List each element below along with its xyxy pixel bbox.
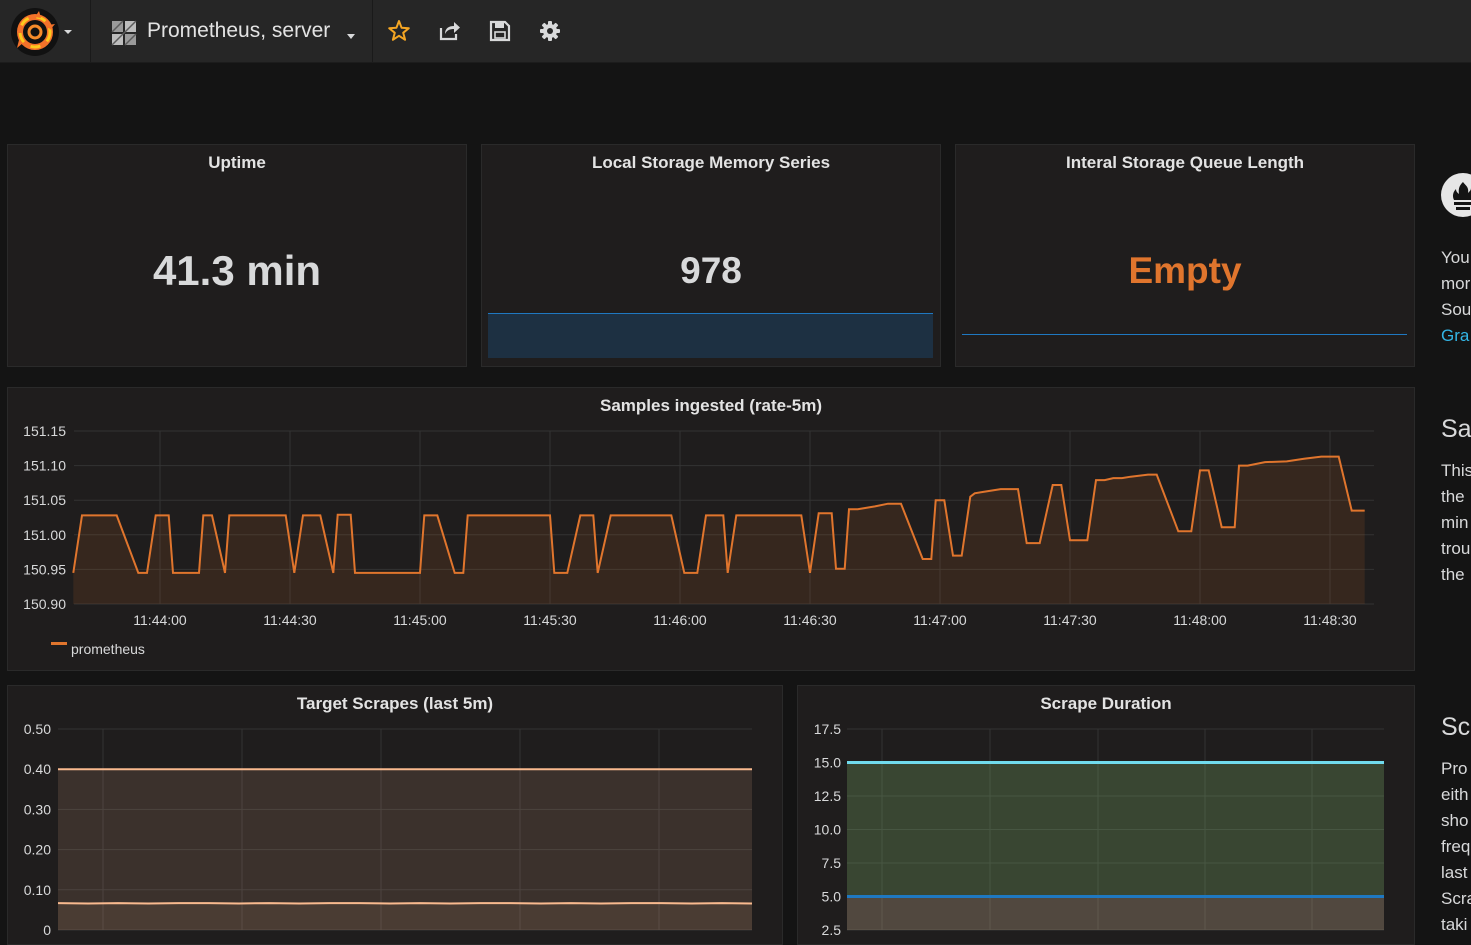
y-tick-label: 0.30 [24, 801, 51, 817]
side-text-line: taki [1441, 912, 1467, 931]
side-text-line: min [1441, 510, 1468, 536]
y-tick-label: 12.5 [814, 788, 841, 804]
grafana-menu[interactable] [0, 0, 91, 62]
side-heading: Sar [1441, 415, 1471, 444]
side-text-line: last [1441, 860, 1467, 886]
y-tick-label: 151.00 [23, 527, 66, 543]
sparkline [488, 313, 933, 358]
grafana-logo-icon[interactable] [11, 8, 59, 56]
panel-title[interactable]: Uptime [8, 153, 466, 173]
x-tick-label: 11:44:30 [263, 612, 317, 628]
y-tick-label: 0.40 [24, 761, 51, 777]
legend-item[interactable]: prometheus [71, 641, 145, 657]
x-tick-label: 11:48:00 [1173, 612, 1227, 628]
dashboard-title: Prometheus, server [147, 19, 330, 43]
prometheus-logo-icon [1441, 173, 1471, 217]
scrape-duration-panel: Scrape Duration 17.515.012.510.07.55.02.… [797, 685, 1415, 945]
y-tick-label: 150.95 [23, 561, 66, 577]
y-tick-label: 151.15 [23, 423, 66, 439]
x-tick-label: 11:47:00 [913, 612, 967, 628]
series-area [73, 457, 1364, 604]
share-icon[interactable] [437, 18, 463, 44]
dashboard-grid-icon [111, 20, 137, 46]
queue-length-panel: Interal Storage Queue Length Empty [955, 144, 1415, 367]
y-tick-label: 2.5 [822, 922, 842, 938]
y-tick-label: 17.5 [814, 721, 841, 737]
dashboard-picker[interactable]: Prometheus, server [91, 0, 373, 62]
side-text-line: This [1441, 458, 1471, 484]
x-tick-label: 11:46:30 [783, 612, 837, 628]
series-area [847, 763, 1384, 897]
sparkline [962, 334, 1407, 335]
save-icon[interactable] [487, 18, 513, 44]
side-text-line: Pro [1441, 756, 1467, 782]
uptime-value: 41.3 min [8, 247, 466, 295]
y-tick-label: 151.10 [23, 458, 66, 474]
y-tick-label: 0.50 [24, 721, 51, 737]
side-text-line: eith [1441, 782, 1468, 808]
chevron-down-icon [347, 34, 355, 39]
gear-icon[interactable] [537, 18, 563, 44]
target-scrapes-panel: Target Scrapes (last 5m) 0.500.400.300.2… [7, 685, 783, 945]
chevron-down-icon [64, 30, 72, 34]
side-text-line: freq [1441, 834, 1470, 860]
series-area [58, 903, 752, 930]
uptime-panel: Uptime 41.3 min [7, 144, 467, 367]
side-text-line: trou [1441, 536, 1470, 562]
x-tick-label: 11:48:30 [1303, 612, 1357, 628]
panel-title[interactable]: Interal Storage Queue Length [956, 153, 1414, 173]
samples-chart: 151.15 151.10 151.05 151.00 150.95 150.90 11:4… [8, 388, 1414, 670]
star-icon[interactable] [386, 18, 412, 44]
side-link[interactable]: Gra [1441, 323, 1469, 349]
samples-ingested-panel: Samples ingested (rate-5m) 151.15151.101… [7, 387, 1415, 671]
x-tick-label: 11:47:30 [1043, 612, 1097, 628]
y-tick-label: 15.0 [814, 755, 841, 771]
legend-swatch [51, 642, 67, 645]
x-tick-label: 11:46:00 [653, 612, 707, 628]
series-area [847, 897, 1384, 931]
side-text-line: the [1441, 562, 1465, 588]
y-tick-label: 0.10 [24, 882, 51, 898]
side-text-line: the [1441, 484, 1465, 510]
y-tick-label: 10.0 [814, 822, 841, 838]
memory-series-panel: Local Storage Memory Series 978 [481, 144, 941, 367]
scrape-duration-chart: 17.5 15.0 12.5 10.0 7.5 5.0 2.5 [798, 686, 1414, 944]
x-tick-label: 11:44:00 [133, 612, 187, 628]
y-tick-label: 150.90 [23, 596, 66, 612]
side-text-panels: You mor Sou Gra Sar This the min trou th… [1418, 63, 1471, 931]
memory-series-value: 978 [482, 250, 940, 292]
side-text-line: You [1441, 245, 1470, 271]
top-navbar: Prometheus, server [0, 0, 1471, 63]
target-scrapes-chart: 0.50 0.40 0.30 0.20 0.10 0 [8, 686, 782, 944]
x-tick-label: 11:45:30 [523, 612, 577, 628]
x-tick-label: 11:45:00 [393, 612, 447, 628]
side-heading: Scr [1441, 713, 1471, 742]
y-tick-label: 0.20 [24, 842, 51, 858]
side-text-line: Scra [1441, 886, 1471, 912]
side-text-line: Sou [1441, 297, 1471, 323]
y-tick-label: 5.0 [822, 889, 842, 905]
y-tick-label: 7.5 [822, 855, 842, 871]
panel-title[interactable]: Local Storage Memory Series [482, 153, 940, 173]
queue-length-value: Empty [956, 250, 1414, 292]
y-tick-label: 0 [43, 922, 51, 938]
side-text-line: sho [1441, 808, 1468, 834]
y-tick-label: 151.05 [23, 492, 66, 508]
side-text-line: mor [1441, 271, 1470, 297]
